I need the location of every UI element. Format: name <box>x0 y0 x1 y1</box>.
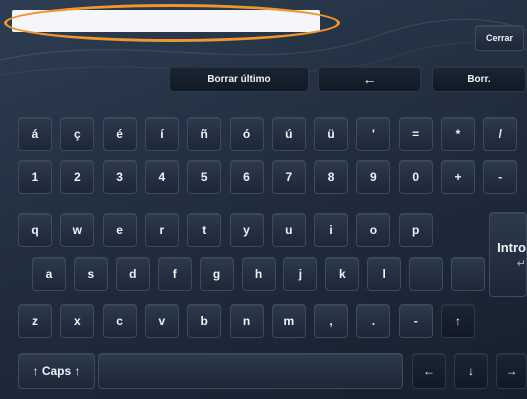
key-numbers-2[interactable]: 3 <box>102 160 137 194</box>
key-row_z-0[interactable]: z <box>18 304 52 338</box>
key-accents-8[interactable]: ' <box>356 117 391 151</box>
key-row_q-6[interactable]: u <box>271 213 306 247</box>
key-row_q-9[interactable]: p <box>398 213 433 247</box>
key-row_a-1[interactable]: s <box>73 257 108 291</box>
key-row_z-4[interactable]: b <box>187 304 222 338</box>
key-accents-0[interactable]: á <box>18 117 52 151</box>
key-row_z-2[interactable]: c <box>102 304 137 338</box>
key-numbers-3[interactable]: 4 <box>144 160 179 194</box>
key-numbers-7[interactable]: 8 <box>314 160 349 194</box>
key-row_a-5[interactable]: h <box>241 257 276 291</box>
key-row_q-3[interactable]: r <box>144 213 179 247</box>
delete-last-button[interactable]: Borrar último <box>169 66 309 92</box>
key-row_z-10[interactable]: ↑ <box>441 304 475 338</box>
backspace-arrow-button[interactable]: ← <box>318 66 421 92</box>
key-row_z-9[interactable]: - <box>398 304 433 338</box>
key-row_z-5[interactable]: n <box>229 304 264 338</box>
arrow-left-key[interactable]: ← <box>412 353 446 389</box>
key-row_q-1[interactable]: w <box>60 213 95 247</box>
background-wave <box>0 18 527 76</box>
key-accents-1[interactable]: ç <box>60 117 95 151</box>
key-row_a-9[interactable] <box>409 257 444 291</box>
key-numbers-0[interactable]: 1 <box>18 160 52 194</box>
key-numbers-11[interactable]: - <box>483 160 518 194</box>
key-accents-2[interactable]: é <box>102 117 137 151</box>
key-row_q-4[interactable]: t <box>187 213 222 247</box>
key-numbers-9[interactable]: 0 <box>398 160 433 194</box>
enter-arrow-icon: ↵ <box>516 257 526 270</box>
key-accents-4[interactable]: ñ <box>187 117 222 151</box>
key-numbers-4[interactable]: 5 <box>187 160 222 194</box>
key-numbers-5[interactable]: 6 <box>229 160 264 194</box>
key-accents-6[interactable]: ú <box>271 117 306 151</box>
key-numbers-6[interactable]: 7 <box>271 160 306 194</box>
enter-label: Intro <box>497 239 526 255</box>
key-numbers-10[interactable]: + <box>441 160 475 194</box>
key-row_z-7[interactable]: , <box>314 304 349 338</box>
key-row_z-6[interactable]: m <box>271 304 306 338</box>
key-row_a-8[interactable]: l <box>367 257 402 291</box>
key-row_a-10[interactable] <box>451 257 485 291</box>
enter-key[interactable]: Intro ↵ <box>489 212 527 297</box>
key-row_q-8[interactable]: o <box>356 213 391 247</box>
key-row_z-8[interactable]: . <box>356 304 391 338</box>
key-row_q-0[interactable]: q <box>18 213 52 247</box>
key-accents-5[interactable]: ó <box>229 117 264 151</box>
key-row_a-7[interactable]: k <box>325 257 360 291</box>
key-row_a-6[interactable]: j <box>283 257 318 291</box>
key-numbers-8[interactable]: 9 <box>356 160 391 194</box>
key-accents-11[interactable]: / <box>483 117 518 151</box>
input-highlight-ring <box>4 4 340 42</box>
key-row_z-3[interactable]: v <box>144 304 179 338</box>
key-row_a-4[interactable]: g <box>199 257 234 291</box>
key-row_z-1[interactable]: x <box>60 304 95 338</box>
key-row_a-0[interactable]: a <box>32 257 66 291</box>
key-accents-3[interactable]: í <box>144 117 179 151</box>
key-row_a-3[interactable]: f <box>157 257 192 291</box>
arrow-down-key[interactable]: ↓ <box>454 353 488 389</box>
key-numbers-1[interactable]: 2 <box>60 160 95 194</box>
clear-button[interactable]: Borr. <box>432 66 526 92</box>
arrow-right-key[interactable]: → <box>496 353 527 389</box>
key-row_q-2[interactable]: e <box>102 213 137 247</box>
close-button[interactable]: Cerrar <box>475 25 524 51</box>
key-accents-10[interactable]: * <box>441 117 475 151</box>
key-row_a-2[interactable]: d <box>115 257 150 291</box>
key-row_q-7[interactable]: i <box>314 213 349 247</box>
key-accents-7[interactable]: ü <box>314 117 349 151</box>
space-bar[interactable] <box>98 353 403 389</box>
key-row_q-5[interactable]: y <box>229 213 264 247</box>
caps-lock-key[interactable]: ↑ Caps ↑ <box>18 353 95 389</box>
key-accents-9[interactable]: = <box>398 117 433 151</box>
